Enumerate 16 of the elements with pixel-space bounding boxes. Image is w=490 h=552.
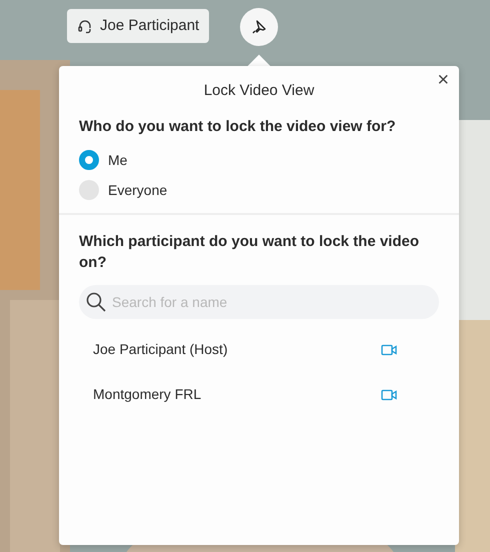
dialog-title: Lock Video View: [204, 81, 314, 101]
option-label: Me: [108, 150, 128, 170]
video-camera-icon[interactable]: [381, 388, 397, 400]
close-button[interactable]: ×: [433, 68, 453, 92]
search-field[interactable]: Search for a name: [79, 285, 439, 319]
participant-name[interactable]: Joe Participant (Host): [93, 339, 228, 360]
scope-question: Who do you want to lock the video view for?: [79, 117, 397, 137]
participant-name[interactable]: Montgomery FRL: [93, 384, 202, 405]
pin-icon: [251, 19, 267, 35]
radio-button[interactable]: [79, 150, 99, 170]
headset-icon: [77, 18, 93, 34]
radio-button[interactable]: [79, 180, 99, 200]
participant-name: Joe Participant: [100, 16, 200, 36]
option-label: Everyone: [108, 180, 168, 200]
participant-question: Which participant do you want to lock the video on?: [79, 232, 420, 273]
video-camera-icon[interactable]: [381, 344, 397, 356]
